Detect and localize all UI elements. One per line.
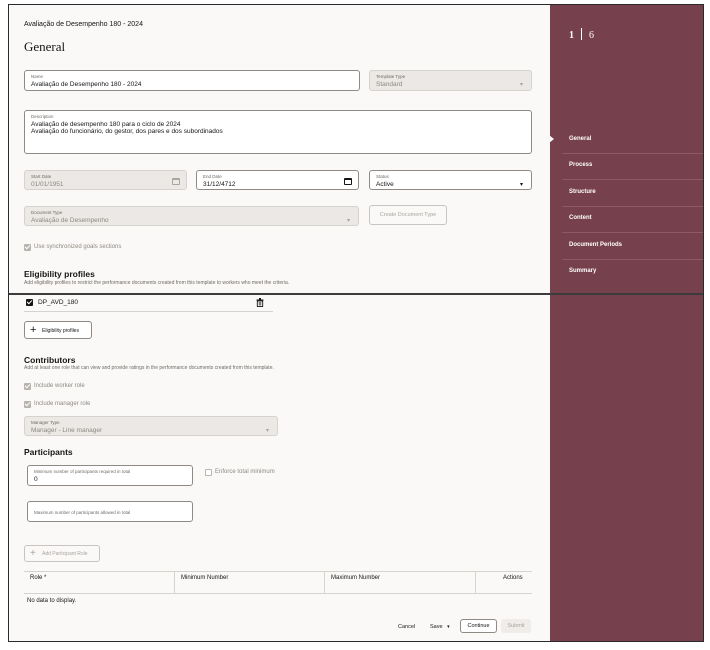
- nav-item-process[interactable]: Process: [569, 162, 592, 168]
- template-type-select[interactable]: Template Type Standard ▾: [369, 70, 532, 91]
- col-max: Maximum Number: [331, 575, 381, 581]
- step-separator: [581, 28, 582, 40]
- sync-goals-checkbox[interactable]: [24, 244, 31, 251]
- start-date-value: 01/01/1951: [31, 181, 64, 188]
- description-line2: Avaliação do funcionário, do gestor, dos…: [31, 128, 223, 135]
- nav-divider: [562, 179, 703, 180]
- end-date-value: 31/12/4712: [203, 181, 236, 188]
- eligibility-profile-name: DP_AVD_180: [38, 299, 78, 306]
- end-date-label: End Date: [203, 174, 222, 179]
- table-empty-message: No data to display.: [27, 598, 77, 604]
- chevron-down-icon: ▾: [519, 82, 523, 88]
- max-participants-label: Maximum number of participants allowed i…: [34, 510, 131, 515]
- include-worker-checkbox[interactable]: [24, 383, 31, 390]
- document-type-value: Avaliação de Desempenho: [31, 217, 109, 224]
- app-title: Avaliação de Desempenho 180 - 2024: [24, 21, 143, 28]
- status-select[interactable]: Status Active ▾: [369, 170, 532, 190]
- step-indicator: 1 6: [569, 25, 594, 43]
- table-top-line: [24, 571, 532, 572]
- col-min: Minimum Number: [181, 575, 229, 581]
- profile-row-divider: [24, 311, 273, 312]
- save-button[interactable]: Save ▾: [430, 624, 450, 630]
- col-divider: [324, 571, 325, 593]
- start-date-field[interactable]: Start Date 01/01/1951: [24, 170, 187, 190]
- enforce-minimum-label: Enforce total minimum: [215, 469, 275, 475]
- status-value: Active: [376, 181, 394, 188]
- eligibility-subtitle: Add eligibility profiles to restrict the…: [24, 280, 290, 286]
- chevron-down-icon: ▾: [346, 218, 350, 224]
- trash-icon[interactable]: [256, 298, 264, 307]
- nav-item-summary[interactable]: Summary: [569, 268, 596, 274]
- main-panel: Avaliação de Desempenho 180 - 2024 Gener…: [9, 5, 550, 641]
- document-type-select[interactable]: Document Type Avaliação de Desempenho ▾: [24, 206, 359, 226]
- contributors-title: Contributors: [24, 355, 76, 365]
- add-participant-role-button[interactable]: + Add Participant Role: [24, 545, 100, 562]
- add-participant-role-label: Add Participant Role: [42, 551, 88, 557]
- nav-item-general[interactable]: General: [569, 136, 591, 142]
- table-header-line: [24, 593, 532, 594]
- screenshot-split-line: [9, 293, 703, 295]
- start-date-label: Start Date: [31, 174, 52, 179]
- template-type-value: Standard: [376, 81, 403, 88]
- nav-divider: [562, 153, 703, 154]
- manager-type-value: Manager - Line manager: [31, 427, 103, 434]
- description-line1: Avaliação de desempenho 180 para o ciclo…: [31, 121, 181, 128]
- save-label: Save: [430, 624, 443, 630]
- page-title: General: [24, 39, 66, 54]
- cancel-button[interactable]: Cancel: [398, 624, 415, 630]
- status-label: Status: [376, 174, 389, 179]
- nav-divider: [562, 232, 703, 233]
- calendar-icon[interactable]: [172, 178, 180, 185]
- include-worker-label: Include worker role: [34, 383, 85, 389]
- min-participants-field[interactable]: Minimum number of participants required …: [27, 465, 193, 486]
- calendar-icon[interactable]: [344, 178, 352, 185]
- continue-button[interactable]: Continue: [460, 619, 497, 633]
- participants-title: Participants: [24, 447, 73, 457]
- contributors-subtitle: Add at least one role that can view and …: [24, 365, 274, 371]
- col-divider: [475, 571, 476, 593]
- enforce-minimum-checkbox[interactable]: [205, 469, 212, 476]
- plus-icon: +: [30, 324, 37, 336]
- step-total: 6: [589, 30, 594, 41]
- add-eligibility-label: Eligibility profiles: [42, 328, 79, 334]
- include-manager-checkbox[interactable]: [24, 401, 31, 408]
- chevron-down-icon: ▾: [447, 624, 450, 630]
- col-role: Role *: [30, 575, 47, 581]
- description-label: Description: [31, 114, 54, 119]
- nav-item-structure[interactable]: Structure: [569, 189, 596, 195]
- col-divider: [174, 571, 175, 593]
- chevron-down-icon: ▾: [265, 428, 269, 434]
- max-participants-field[interactable]: Maximum number of participants allowed i…: [27, 501, 193, 522]
- document-type-label: Document Type: [31, 210, 63, 215]
- manager-type-label: Manager Type: [31, 420, 60, 425]
- include-manager-label: Include manager role: [34, 401, 91, 407]
- min-participants-value: 0: [34, 476, 38, 483]
- eligibility-profile-checkbox[interactable]: [26, 299, 33, 306]
- create-document-type-button[interactable]: Create Document Type: [369, 205, 447, 225]
- add-eligibility-profiles-button[interactable]: + Eligibility profiles: [24, 321, 92, 339]
- plus-icon: +: [30, 548, 36, 559]
- name-value: Avaliação de Desempenho 180 - 2024: [31, 81, 142, 88]
- nav-item-document-periods[interactable]: Document Periods: [569, 242, 622, 248]
- train-stop-sidebar: 1 6 General Process Structure Content Do…: [549, 5, 703, 641]
- manager-type-select[interactable]: Manager Type Manager - Line manager ▾: [24, 416, 278, 436]
- current-step-pointer: [549, 135, 554, 143]
- nav-divider: [562, 206, 703, 207]
- min-participants-label: Minimum number of participants required …: [34, 469, 131, 474]
- description-field[interactable]: Description Avaliação de desempenho 180 …: [24, 110, 532, 154]
- name-field[interactable]: Name Avaliação de Desempenho 180 - 2024: [24, 70, 360, 91]
- app-window: Avaliação de Desempenho 180 - 2024 Gener…: [8, 4, 704, 642]
- step-current: 1: [569, 30, 574, 41]
- template-type-label: Template Type: [376, 74, 406, 79]
- end-date-field[interactable]: End Date 31/12/4712: [196, 170, 359, 190]
- name-label: Name: [31, 74, 44, 79]
- col-actions: Actions: [503, 575, 523, 581]
- chevron-down-icon: ▾: [519, 182, 523, 188]
- submit-button[interactable]: Submit: [501, 619, 531, 633]
- sync-goals-label: Use synchronized goals sections: [34, 244, 122, 250]
- nav-item-content[interactable]: Content: [569, 215, 592, 221]
- nav-divider: [562, 259, 703, 260]
- eligibility-title: Eligibility profiles: [24, 269, 95, 279]
